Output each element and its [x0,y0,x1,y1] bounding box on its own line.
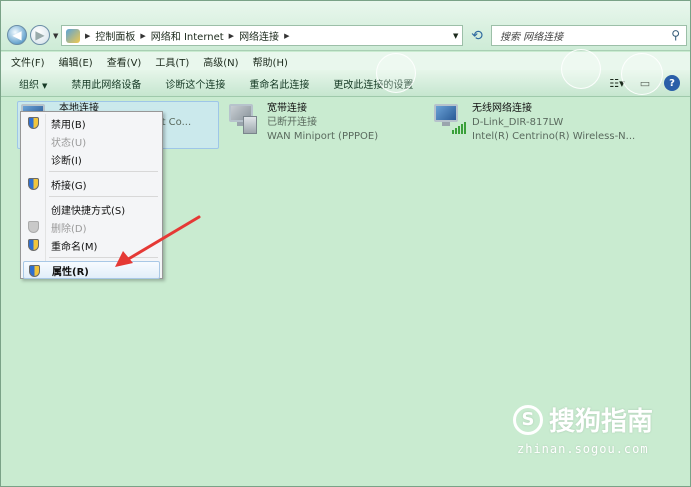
search-input[interactable]: 搜索 网络连接 ⚲ [491,25,687,46]
menu-item-label: 禁用(B) [51,119,86,131]
window: ◀ ▶ ▼ ▶ 控制面板 ▶ 网络和 Internet ▶ 网络连接 ▶ ▼ ⟲… [0,0,691,487]
menu-item-label: 删除(D) [51,223,87,235]
connection-broadband[interactable]: 宽带连接 已断开连接 WAN Miniport (PPPOE) [227,102,378,144]
chevron-right-icon[interactable]: ▶ [140,32,145,40]
sogou-logo-icon: S [513,404,543,435]
connection-name: 无线网络连接 [472,103,532,114]
connection-name: 宽带连接 [267,103,307,114]
connection-status: D-Link_DIR-817LW [472,117,564,128]
menu-item-label: 重命名(M) [51,241,98,253]
rename-button[interactable]: 重命名此连接 [249,76,309,91]
watermark-url: zhinan.sogou.com [517,442,649,456]
menu-item-disable[interactable]: 禁用(B) [23,114,160,132]
network-adapter-icon [227,102,261,136]
breadcrumb-control-panel[interactable]: 控制面板 [95,28,135,43]
control-panel-icon [66,28,80,43]
menu-item-label: 桥接(G) [51,180,87,192]
chevron-right-icon[interactable]: ▶ [284,32,289,40]
chevron-right-icon[interactable]: ▶ [85,32,90,40]
connection-device: WAN Miniport (PPPOE) [267,131,379,142]
red-arrow-annotation [115,215,201,267]
menu-item-bridge[interactable]: 桥接(G) [23,175,160,193]
disable-device-button[interactable]: 禁用此网络设备 [71,76,141,91]
watermark: S 搜狗指南 zhinan.sogou.com [513,401,673,465]
menu-item-diagnose[interactable]: 诊断(I) [23,150,160,168]
organize-button[interactable]: 组织 ▼ [19,76,47,91]
forward-button[interactable]: ▶ [30,25,50,45]
search-icon[interactable]: ⚲ [671,28,680,42]
decorative-bubble [561,49,601,89]
refresh-icon[interactable]: ⟲ [467,26,487,46]
breadcrumb-network-connections[interactable]: 网络连接 [239,28,279,43]
chevron-down-icon: ▼ [42,81,48,90]
uac-shield-icon [28,239,39,251]
menu-separator [49,196,158,197]
uac-shield-icon [28,221,39,233]
menu-help[interactable]: 帮助(H) [253,54,288,69]
chevron-right-icon[interactable]: ▶ [229,32,234,40]
help-icon[interactable]: ? [664,75,680,91]
menu-edit[interactable]: 编辑(E) [59,54,93,69]
connection-device: Intel(R) Centrino(R) Wireless-N... [472,131,636,142]
signal-strength-icon [452,122,466,134]
diagnose-button[interactable]: 诊断这个连接 [165,76,225,91]
watermark-brand: 搜狗指南 [549,407,654,437]
menu-file[interactable]: 文件(F) [11,54,45,69]
recent-pages-dropdown-icon[interactable]: ▼ [53,32,58,40]
breadcrumb[interactable]: ▶ 控制面板 ▶ 网络和 Internet ▶ 网络连接 ▶ [61,25,463,46]
uac-shield-icon [28,178,39,190]
back-button[interactable]: ◀ [7,25,27,45]
menu-tools[interactable]: 工具(T) [155,54,189,69]
uac-shield-icon [28,117,39,129]
address-dropdown-icon[interactable]: ▼ [453,25,463,46]
decorative-bubble [376,53,416,93]
menu-item-label: 属性(R) [52,266,89,278]
wireless-adapter-icon [432,102,466,136]
menu-item-label: 诊断(I) [51,155,82,167]
search-placeholder: 搜索 网络连接 [500,32,564,43]
menu-view[interactable]: 查看(V) [107,54,142,69]
menu-separator [49,171,158,172]
decorative-bubble [621,53,663,95]
menu-item-status[interactable]: 状态(U) [23,132,160,150]
breadcrumb-network-internet[interactable]: 网络和 Internet [151,28,224,43]
menu-item-label: 状态(U) [51,137,87,149]
address-bar-area: ◀ ▶ ▼ ▶ 控制面板 ▶ 网络和 Internet ▶ 网络连接 ▶ ▼ ⟲… [1,1,690,51]
connection-wireless[interactable]: 无线网络连接 D-Link_DIR-817LW Intel(R) Centrin… [432,102,635,144]
connection-status: 已断开连接 [267,117,317,128]
uac-shield-icon [29,265,40,277]
organize-label: 组织 [19,79,39,91]
menu-advanced[interactable]: 高级(N) [203,54,238,69]
